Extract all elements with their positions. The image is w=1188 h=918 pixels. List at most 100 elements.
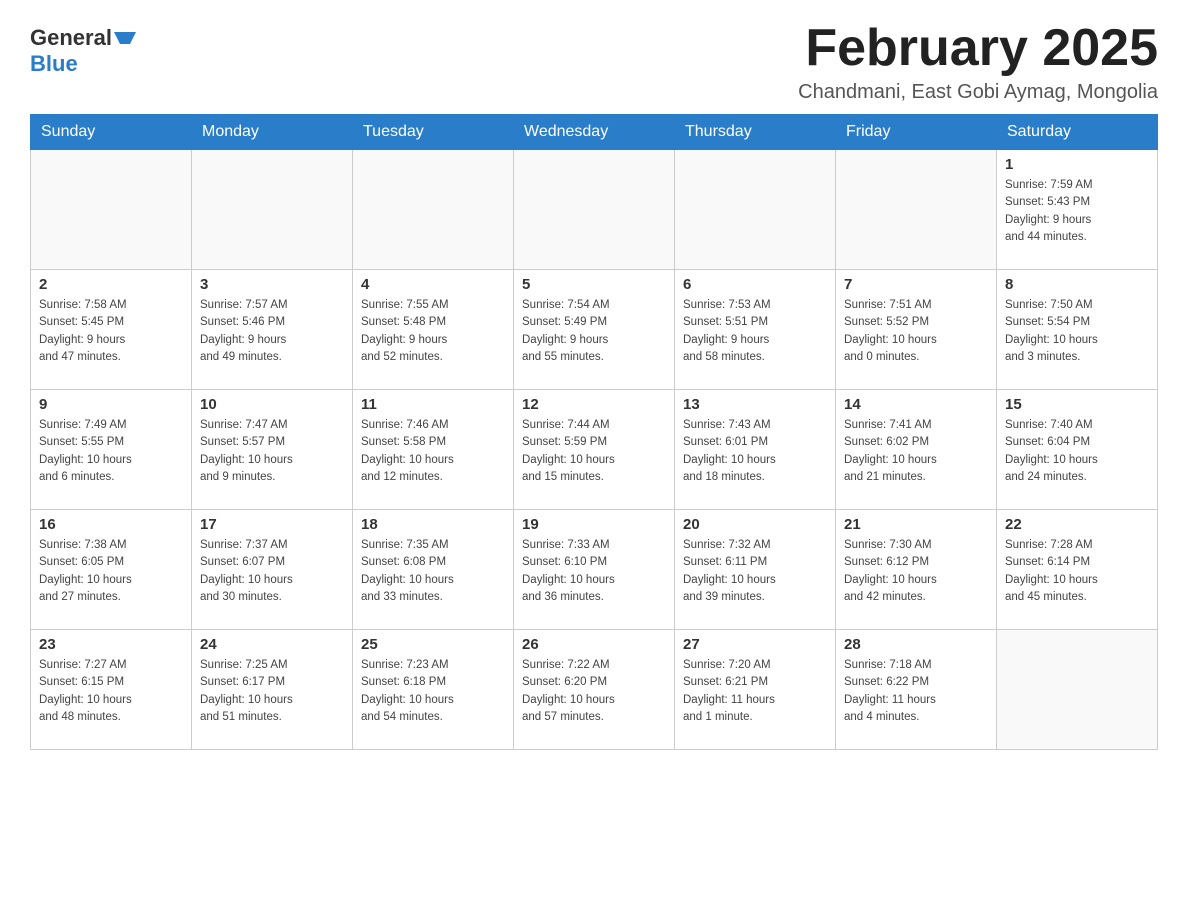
calendar-cell: 14 Sunrise: 7:41 AM Sunset: 6:02 PM Dayli…: [836, 390, 997, 510]
day-number: 10: [200, 396, 344, 413]
day-number: 3: [200, 276, 344, 293]
day-of-week-header: Friday: [836, 115, 997, 150]
day-number: 16: [39, 516, 183, 533]
day-info: Sunrise: 7:51 AM Sunset: 5:52 PM Dayligh…: [844, 297, 988, 366]
calendar-week-row: 2 Sunrise: 7:58 AM Sunset: 5:45 PM Daylig…: [31, 270, 1158, 390]
day-info: Sunrise: 7:57 AM Sunset: 5:46 PM Dayligh…: [200, 297, 344, 366]
calendar-cell: 12 Sunrise: 7:44 AM Sunset: 5:59 PM Dayli…: [514, 390, 675, 510]
day-info: Sunrise: 7:32 AM Sunset: 6:11 PM Dayligh…: [683, 537, 827, 606]
calendar-cell: [836, 150, 997, 270]
location-title: Chandmani, East Gobi Aymag, Mongolia: [798, 81, 1158, 104]
calendar-cell: 23 Sunrise: 7:27 AM Sunset: 6:15 PM Dayli…: [31, 630, 192, 750]
calendar-cell: 22 Sunrise: 7:28 AM Sunset: 6:14 PM Dayli…: [997, 510, 1158, 630]
calendar-week-row: 23 Sunrise: 7:27 AM Sunset: 6:15 PM Dayli…: [31, 630, 1158, 750]
day-number: 6: [683, 276, 827, 293]
day-number: 22: [1005, 516, 1149, 533]
day-info: Sunrise: 7:18 AM Sunset: 6:22 PM Dayligh…: [844, 657, 988, 726]
calendar-cell: 24 Sunrise: 7:25 AM Sunset: 6:17 PM Dayli…: [192, 630, 353, 750]
calendar-cell: 15 Sunrise: 7:40 AM Sunset: 6:04 PM Dayli…: [997, 390, 1158, 510]
calendar-week-row: 1 Sunrise: 7:59 AM Sunset: 5:43 PM Daylig…: [31, 150, 1158, 270]
day-info: Sunrise: 7:58 AM Sunset: 5:45 PM Dayligh…: [39, 297, 183, 366]
calendar-cell: 8 Sunrise: 7:50 AM Sunset: 5:54 PM Daylig…: [997, 270, 1158, 390]
day-info: Sunrise: 7:22 AM Sunset: 6:20 PM Dayligh…: [522, 657, 666, 726]
calendar-cell: 3 Sunrise: 7:57 AM Sunset: 5:46 PM Daylig…: [192, 270, 353, 390]
day-number: 7: [844, 276, 988, 293]
day-number: 5: [522, 276, 666, 293]
logo: General Blue: [30, 25, 136, 77]
day-number: 25: [361, 636, 505, 653]
day-info: Sunrise: 7:59 AM Sunset: 5:43 PM Dayligh…: [1005, 177, 1149, 246]
day-info: Sunrise: 7:55 AM Sunset: 5:48 PM Dayligh…: [361, 297, 505, 366]
day-info: Sunrise: 7:33 AM Sunset: 6:10 PM Dayligh…: [522, 537, 666, 606]
calendar-cell: 11 Sunrise: 7:46 AM Sunset: 5:58 PM Dayli…: [353, 390, 514, 510]
calendar-cell: [997, 630, 1158, 750]
day-info: Sunrise: 7:50 AM Sunset: 5:54 PM Dayligh…: [1005, 297, 1149, 366]
calendar-cell: 26 Sunrise: 7:22 AM Sunset: 6:20 PM Dayli…: [514, 630, 675, 750]
calendar-cell: 25 Sunrise: 7:23 AM Sunset: 6:18 PM Dayli…: [353, 630, 514, 750]
day-number: 18: [361, 516, 505, 533]
day-number: 17: [200, 516, 344, 533]
day-number: 20: [683, 516, 827, 533]
day-number: 14: [844, 396, 988, 413]
day-number: 11: [361, 396, 505, 413]
day-of-week-header: Thursday: [675, 115, 836, 150]
logo-icon: [114, 26, 136, 48]
logo-general-text: General: [30, 25, 112, 51]
day-info: Sunrise: 7:46 AM Sunset: 5:58 PM Dayligh…: [361, 417, 505, 486]
day-info: Sunrise: 7:28 AM Sunset: 6:14 PM Dayligh…: [1005, 537, 1149, 606]
day-number: 1: [1005, 156, 1149, 173]
day-info: Sunrise: 7:47 AM Sunset: 5:57 PM Dayligh…: [200, 417, 344, 486]
day-info: Sunrise: 7:40 AM Sunset: 6:04 PM Dayligh…: [1005, 417, 1149, 486]
day-number: 23: [39, 636, 183, 653]
day-number: 21: [844, 516, 988, 533]
day-number: 15: [1005, 396, 1149, 413]
day-number: 24: [200, 636, 344, 653]
day-info: Sunrise: 7:23 AM Sunset: 6:18 PM Dayligh…: [361, 657, 505, 726]
calendar-cell: 1 Sunrise: 7:59 AM Sunset: 5:43 PM Daylig…: [997, 150, 1158, 270]
logo-blue-text: Blue: [30, 51, 78, 77]
calendar-cell: [514, 150, 675, 270]
day-number: 9: [39, 396, 183, 413]
day-number: 27: [683, 636, 827, 653]
day-number: 4: [361, 276, 505, 293]
day-of-week-header: Sunday: [31, 115, 192, 150]
day-number: 12: [522, 396, 666, 413]
day-number: 26: [522, 636, 666, 653]
day-number: 8: [1005, 276, 1149, 293]
day-of-week-header: Monday: [192, 115, 353, 150]
calendar-cell: 18 Sunrise: 7:35 AM Sunset: 6:08 PM Dayli…: [353, 510, 514, 630]
day-info: Sunrise: 7:49 AM Sunset: 5:55 PM Dayligh…: [39, 417, 183, 486]
calendar-cell: 28 Sunrise: 7:18 AM Sunset: 6:22 PM Dayli…: [836, 630, 997, 750]
calendar-cell: [675, 150, 836, 270]
day-info: Sunrise: 7:37 AM Sunset: 6:07 PM Dayligh…: [200, 537, 344, 606]
month-title: February 2025: [798, 20, 1158, 77]
calendar-cell: 27Sunrise: 7:20 AM Sunset: 6:21 PM Dayli…: [675, 630, 836, 750]
day-info: Sunrise: 7:30 AM Sunset: 6:12 PM Dayligh…: [844, 537, 988, 606]
calendar-cell: 20 Sunrise: 7:32 AM Sunset: 6:11 PM Dayli…: [675, 510, 836, 630]
calendar-cell: 7 Sunrise: 7:51 AM Sunset: 5:52 PM Daylig…: [836, 270, 997, 390]
calendar-header-row: SundayMondayTuesdayWednesdayThursdayFrid…: [31, 115, 1158, 150]
day-info: Sunrise: 7:35 AM Sunset: 6:08 PM Dayligh…: [361, 537, 505, 606]
calendar-week-row: 9 Sunrise: 7:49 AM Sunset: 5:55 PM Daylig…: [31, 390, 1158, 510]
calendar-table: SundayMondayTuesdayWednesdayThursdayFrid…: [30, 114, 1158, 750]
calendar-cell: 10 Sunrise: 7:47 AM Sunset: 5:57 PM Dayli…: [192, 390, 353, 510]
day-number: 28: [844, 636, 988, 653]
calendar-week-row: 16 Sunrise: 7:38 AM Sunset: 6:05 PM Dayli…: [31, 510, 1158, 630]
calendar-cell: 13Sunrise: 7:43 AM Sunset: 6:01 PM Dayli…: [675, 390, 836, 510]
calendar-cell: 21 Sunrise: 7:30 AM Sunset: 6:12 PM Dayli…: [836, 510, 997, 630]
day-info: Sunrise: 7:25 AM Sunset: 6:17 PM Dayligh…: [200, 657, 344, 726]
day-info: Sunrise: 7:41 AM Sunset: 6:02 PM Dayligh…: [844, 417, 988, 486]
day-info: Sunrise: 7:54 AM Sunset: 5:49 PM Dayligh…: [522, 297, 666, 366]
day-info: Sunrise: 7:27 AM Sunset: 6:15 PM Dayligh…: [39, 657, 183, 726]
day-number: 19: [522, 516, 666, 533]
day-of-week-header: Tuesday: [353, 115, 514, 150]
day-info: Sunrise: 7:38 AM Sunset: 6:05 PM Dayligh…: [39, 537, 183, 606]
day-number: 2: [39, 276, 183, 293]
calendar-cell: 5 Sunrise: 7:54 AM Sunset: 5:49 PM Daylig…: [514, 270, 675, 390]
day-info: Sunrise: 7:44 AM Sunset: 5:59 PM Dayligh…: [522, 417, 666, 486]
calendar-cell: 9 Sunrise: 7:49 AM Sunset: 5:55 PM Daylig…: [31, 390, 192, 510]
calendar-cell: 4 Sunrise: 7:55 AM Sunset: 5:48 PM Daylig…: [353, 270, 514, 390]
calendar-cell: 17 Sunrise: 7:37 AM Sunset: 6:07 PM Dayli…: [192, 510, 353, 630]
day-info: Sunrise: 7:43 AM Sunset: 6:01 PM Dayligh…: [683, 417, 827, 486]
calendar-cell: [192, 150, 353, 270]
